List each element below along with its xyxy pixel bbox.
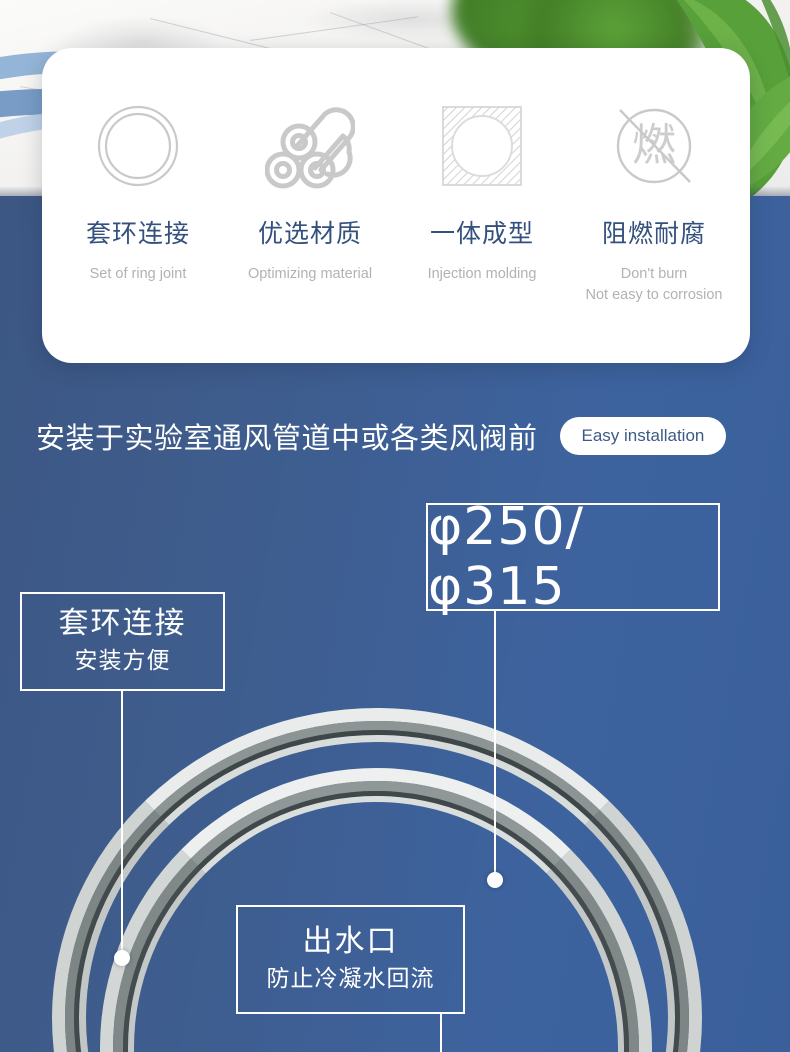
hatched-square-ring-icon [441,100,523,192]
feature-item-flame-retardant[interactable]: 燃 阻燃耐腐 Don't burn Not easy to corrosion [569,100,739,306]
spec-leader-line [494,611,496,873]
spec-callout-box: φ250/φ315 [426,497,720,617]
water-outlet-callout-box: 出水口 防止冷凝水回流 [236,905,465,1014]
ring-joint-callout-box: 套环连接 安装方便 [20,592,225,691]
feature-card: 套环连接 Set of ring joint 优选材质 Optimizing m… [42,48,750,363]
ring-joint-callout-line2: 安装方便 [74,648,171,675]
water-outlet-leader-line [440,1014,442,1052]
headline-row: 安装于实验室通风管道中或各类风阀前 Easy installation [0,405,790,467]
spec-label: φ250/φ315 [428,497,585,617]
feature-item-ring-joint[interactable]: 套环连接 Set of ring joint [53,100,223,285]
page-title: 安装于实验室通风管道中或各类风阀前 [36,421,538,455]
spec-leader-dot [487,872,503,888]
feature-title: 套环连接 [85,219,190,248]
product-detail-page: 套环连接 Set of ring joint 优选材质 Optimizing m… [0,0,790,1052]
feature-subtitle: Don't burn Not easy to corrosion [585,264,722,306]
water-outlet-callout-line2: 防止冷凝水回流 [266,966,435,993]
ring-joint-callout-line1: 套环连接 [58,605,187,641]
feature-title: 优选材质 [257,219,362,248]
feature-subtitle: Injection molding [427,266,537,282]
ring-joint-leader-line [121,691,123,959]
water-outlet-callout-line1: 出水口 [302,923,399,959]
double-ring-icon [96,100,180,192]
feature-subtitle: Optimizing material [247,266,373,282]
feature-title: 一体成型 [429,219,534,248]
feature-item-injection-molding[interactable]: 一体成型 Injection molding [397,100,567,285]
ring-joint-leader-dot [114,950,130,966]
no-flame-icon: 燃 [610,100,698,192]
feature-item-material[interactable]: 优选材质 Optimizing material [225,100,395,285]
feature-subtitle-line1: Don't burn [620,266,688,282]
stacked-tubes-icon [265,100,355,192]
feature-title: 阻燃耐腐 [601,219,706,248]
feature-list: 套环连接 Set of ring joint 优选材质 Optimizing m… [42,48,750,363]
feature-subtitle-line2: Not easy to corrosion [585,287,723,304]
feature-subtitle: Set of ring joint [89,266,187,282]
easy-installation-badge: Easy installation [559,417,727,455]
